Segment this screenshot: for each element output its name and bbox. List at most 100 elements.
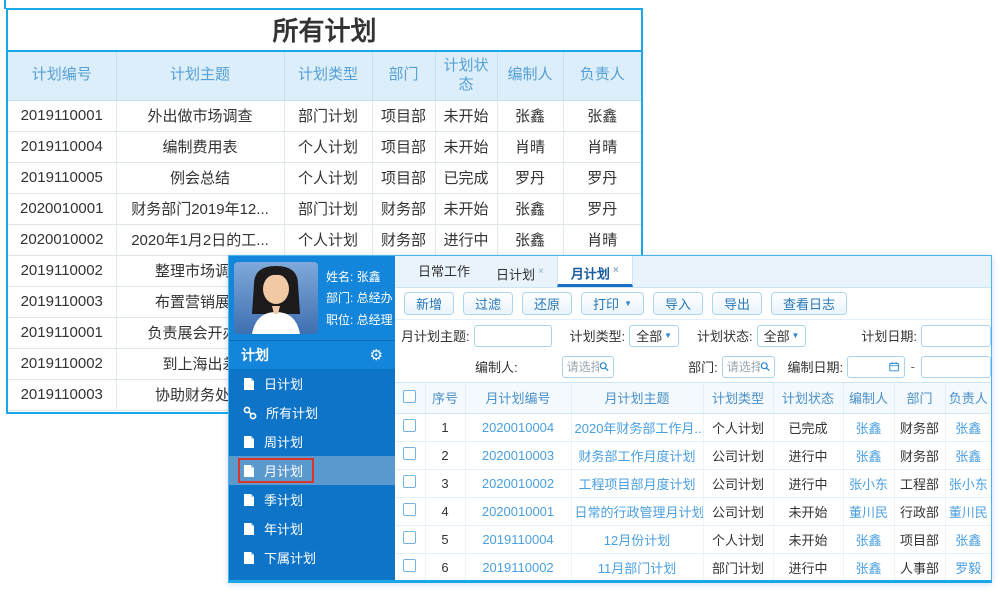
cell: 罗丹 — [497, 162, 564, 194]
cell-link[interactable]: 张鑫 — [855, 533, 881, 548]
cell: 未开始 — [435, 131, 498, 163]
cell: 肖晴 — [563, 224, 641, 256]
select-all-checkbox[interactable] — [403, 389, 417, 403]
cell-link[interactable]: 2020010004 — [482, 420, 554, 435]
cell: 张鑫 — [945, 413, 991, 442]
column-header: 月计划主题 — [571, 383, 704, 414]
cell-link[interactable]: 罗毅 — [955, 561, 981, 576]
sidebar-item-周计划[interactable]: 周计划 — [229, 427, 395, 456]
cell-link[interactable]: 张小东 — [949, 477, 988, 492]
打印-button[interactable]: 打印 ▼ — [581, 292, 644, 315]
filter-subject-input[interactable] — [473, 324, 552, 347]
cell-link[interactable]: 张鑫 — [855, 421, 881, 436]
cell-link[interactable]: 张鑫 — [955, 421, 981, 436]
row-checkbox[interactable] — [403, 419, 417, 432]
column-header: 计划类型 — [703, 383, 774, 414]
cell: 2019110002 — [465, 553, 572, 580]
filter-create-date-field[interactable] — [852, 359, 890, 374]
cell: 部门计划 — [284, 100, 373, 132]
plans-table-container: 序号 月计划编号 月计划主题 计划类型 计划状态 编制人 部门 负责人 1 2020010004… — [395, 382, 991, 580]
cell-link[interactable]: 张鑫 — [955, 533, 981, 548]
row-checkbox[interactable] — [403, 531, 417, 544]
cell: 2020010001 — [8, 193, 117, 225]
cell: 张鑫 — [843, 413, 895, 442]
cell-link[interactable]: 2020年财务部工作月... — [575, 421, 703, 436]
cell: 2019110002 — [8, 348, 117, 380]
filter-type-select[interactable]: 全部 ▼ — [629, 324, 679, 347]
过滤-button[interactable]: 过滤 — [463, 292, 514, 315]
cell-link[interactable]: 12月份计划 — [604, 533, 670, 548]
chevron-down-icon: ▼ — [624, 299, 632, 308]
cell-link[interactable]: 11月部门计划 — [598, 561, 677, 576]
profile-name: 姓名: 张鑫 — [326, 270, 381, 285]
column-header: 计划类型 — [284, 52, 373, 101]
cell-link[interactable]: 工程项目部月度计划 — [578, 477, 695, 492]
cell-link[interactable]: 张鑫 — [855, 561, 881, 576]
filter-create-date-input[interactable] — [847, 355, 905, 378]
sidebar-item-年计划[interactable]: 年计划 — [229, 514, 395, 543]
sidebar-item-日计划[interactable]: 日计划 — [229, 369, 395, 398]
cell-link[interactable]: 2020010003 — [482, 448, 554, 463]
cell-link[interactable]: 张鑫 — [855, 449, 881, 464]
file-icon — [243, 377, 255, 391]
tab-日常工作[interactable]: 日常工作 — [405, 256, 483, 287]
search-icon[interactable] — [760, 360, 771, 373]
cell: 2020010004 — [465, 413, 572, 442]
row-checkbox[interactable] — [403, 447, 417, 460]
filter-plan-date-input[interactable] — [921, 324, 991, 347]
cell: 2020010001 — [465, 497, 572, 526]
cell: 罗丹 — [563, 162, 641, 194]
filter-creator-input[interactable] — [561, 355, 615, 378]
新增-button[interactable]: 新增 — [404, 292, 455, 315]
tab-日计划[interactable]: 日计划 × — [483, 256, 557, 287]
还原-button[interactable]: 还原 — [522, 292, 573, 315]
filter-status-select[interactable]: 全部 ▼ — [756, 324, 807, 347]
cell-link[interactable]: 董川民 — [949, 505, 988, 520]
cell: 财务部 — [372, 193, 436, 225]
cell-link[interactable]: 董川民 — [849, 505, 888, 520]
cell-link[interactable]: 日常的行政管理月计划 — [575, 505, 703, 520]
导出-button[interactable]: 导出 — [712, 292, 763, 315]
cell-link[interactable]: 财务部工作月度计划 — [578, 449, 695, 464]
cell: 张鑫 — [497, 100, 564, 132]
checkbox-cell — [395, 497, 426, 526]
tab-月计划[interactable]: 月计划 × — [556, 256, 633, 287]
toolbar: 新增 过滤 还原 打印 ▼ 导入 导出 查看日志 — [395, 288, 991, 320]
sidebar-item-所有计划[interactable]: 所有计划 — [229, 398, 395, 427]
sidebar-item-下属计划[interactable]: 下属计划 — [229, 543, 395, 572]
cell-link[interactable]: 张小东 — [849, 477, 888, 492]
cell: 已完成 — [773, 413, 844, 442]
filter-dept-input[interactable] — [721, 355, 776, 378]
table-row: 5 2019110004 12月份计划 个人计划 未开始 张鑫 项目部 张鑫 — [395, 525, 991, 554]
导入-button[interactable]: 导入 — [652, 292, 703, 315]
search-icon[interactable] — [599, 360, 609, 373]
close-icon[interactable]: × — [613, 265, 619, 276]
checkbox-cell — [395, 469, 426, 498]
cell-link[interactable]: 2019110002 — [482, 560, 553, 575]
filter-creator-field[interactable] — [566, 359, 600, 374]
gear-icon[interactable]: ⚙ — [370, 346, 383, 364]
cell: 未开始 — [773, 525, 844, 554]
cell-link[interactable]: 2020010001 — [482, 504, 554, 519]
row-checkbox[interactable] — [403, 503, 417, 516]
cell-link[interactable]: 2019110004 — [482, 532, 553, 547]
filter-create-date-end-input[interactable] — [921, 355, 991, 378]
sidebar-item-季计划[interactable]: 季计划 — [229, 485, 395, 514]
table-row: 2020010002 2020年1月2日的工... 个人计划 财务部 进行中 张鑫 肖晴 — [8, 224, 641, 256]
查看日志-button[interactable]: 查看日志 — [771, 292, 848, 315]
calendar-icon[interactable] — [889, 360, 900, 373]
filter-dept-field[interactable] — [726, 359, 761, 374]
cell: 日常的行政管理月计划 — [571, 497, 704, 526]
cell-link[interactable]: 2020010002 — [482, 476, 554, 491]
cell: 张鑫 — [497, 224, 564, 256]
checkbox-cell — [395, 525, 426, 554]
row-checkbox[interactable] — [403, 559, 417, 572]
sidebar-item-月计划[interactable]: 月计划 — [229, 456, 395, 485]
chevron-down-icon: ▼ — [664, 331, 672, 340]
close-icon[interactable]: × — [538, 266, 544, 277]
cell: 项目部 — [894, 525, 946, 554]
table-row: 2020010001 财务部门2019年12... 部门计划 财务部 未开始 张鑫 罗丹 — [8, 193, 641, 225]
cell: 张鑫 — [945, 441, 991, 470]
cell-link[interactable]: 张鑫 — [955, 449, 981, 464]
row-checkbox[interactable] — [403, 475, 417, 488]
